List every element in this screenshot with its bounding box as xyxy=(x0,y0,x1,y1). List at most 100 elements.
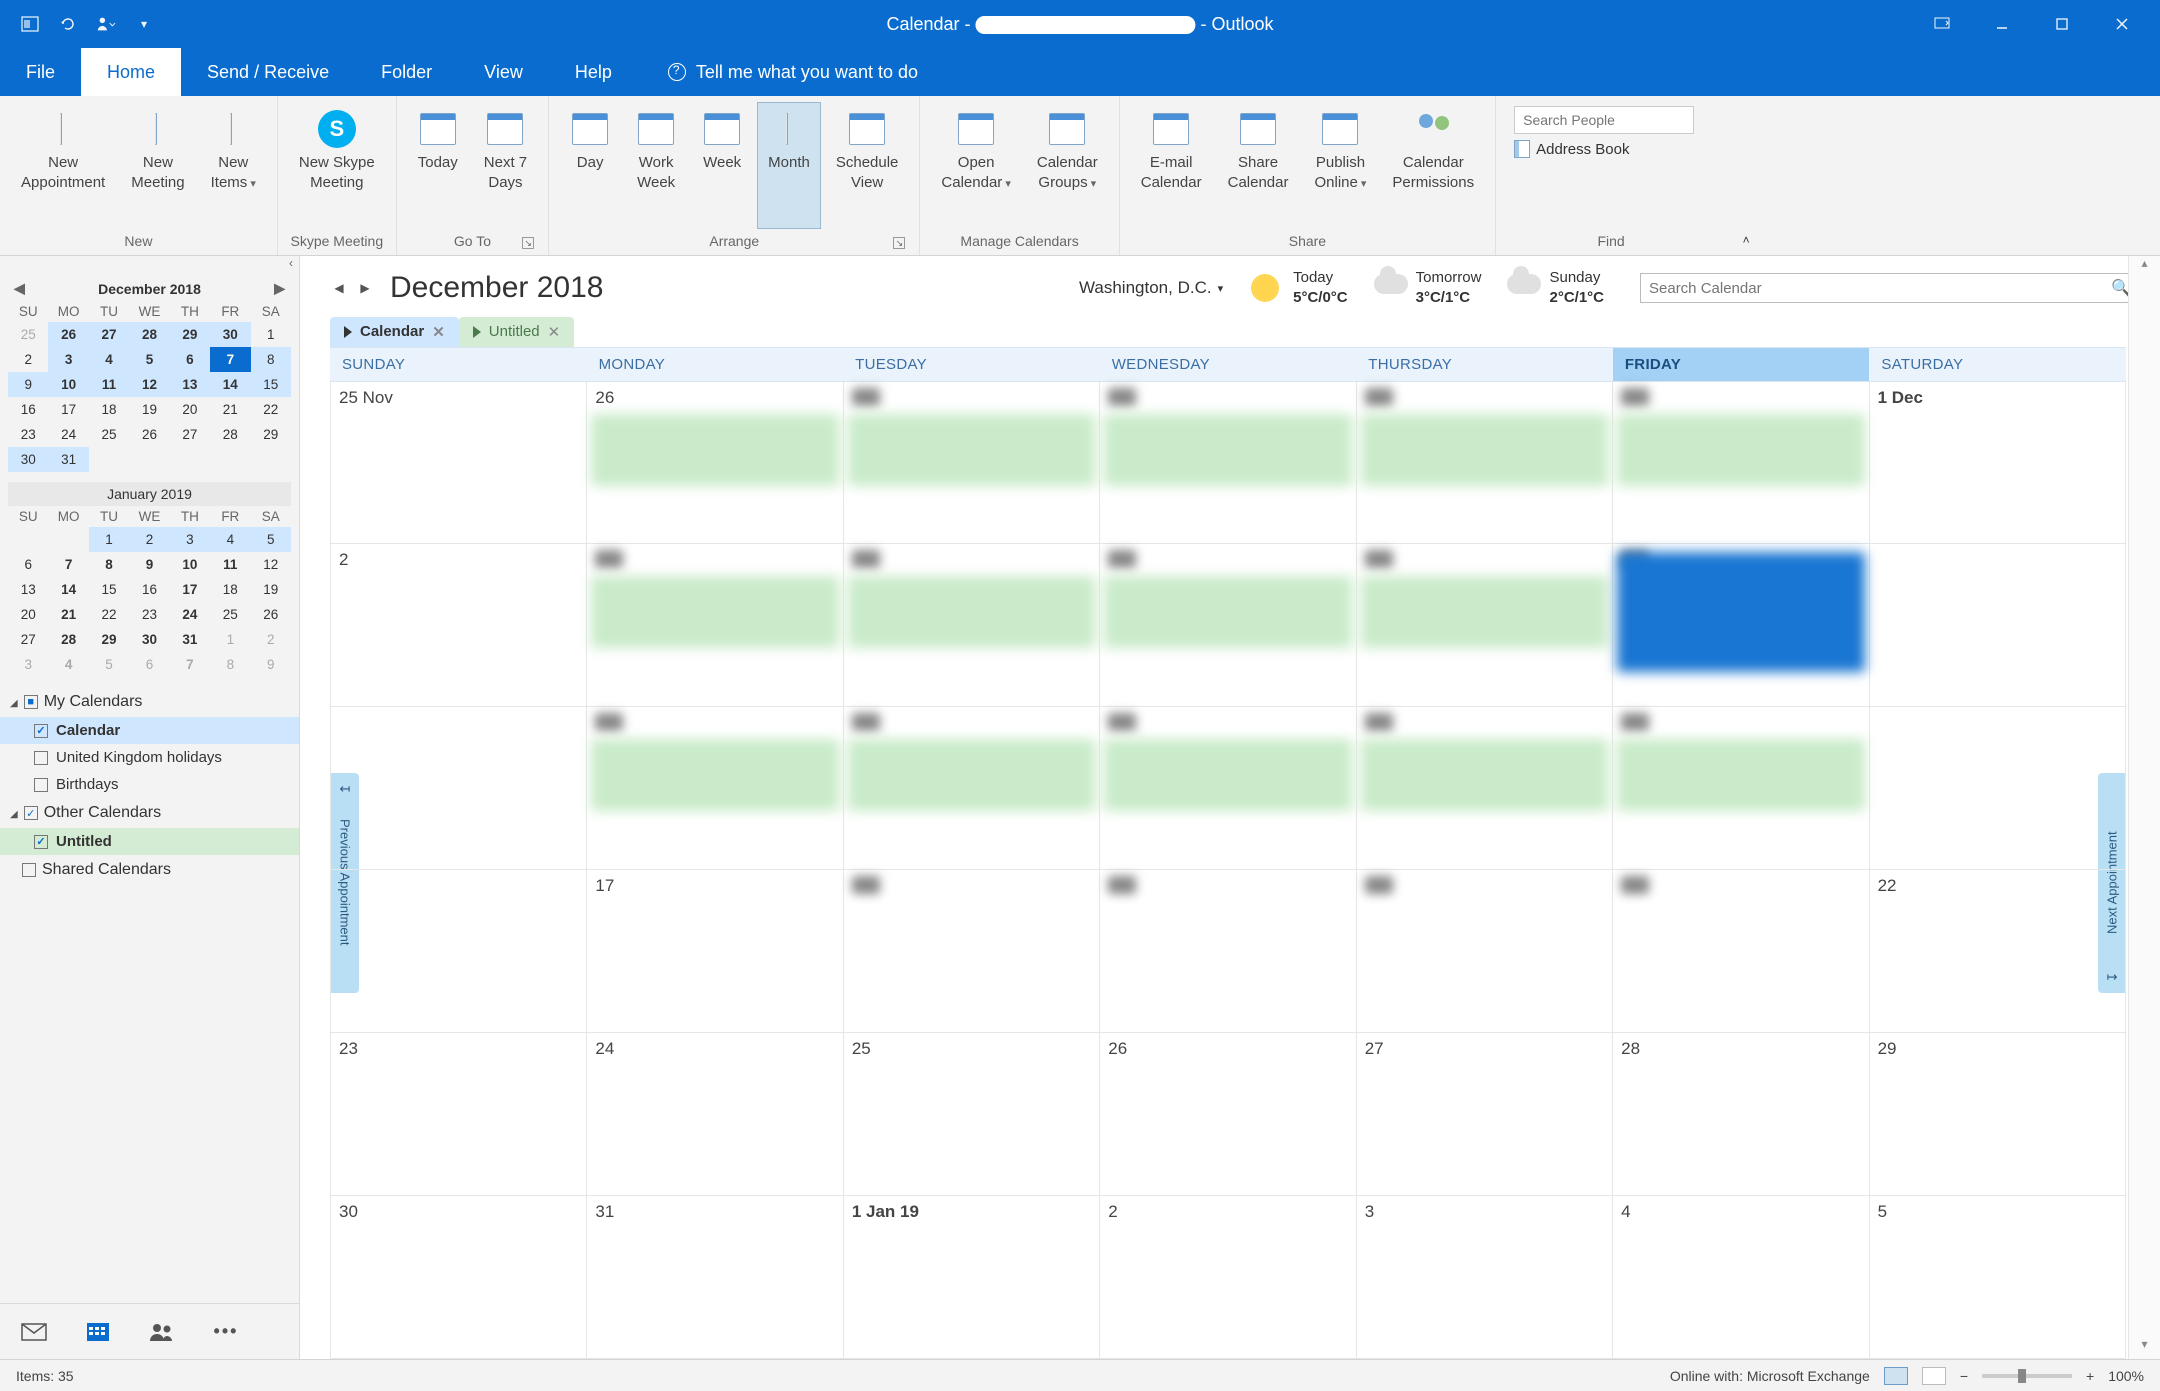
mini-cal-day[interactable]: 28 xyxy=(210,422,250,447)
mini-cal-day[interactable]: 18 xyxy=(89,397,129,422)
calendar-day-cell[interactable]: 2 xyxy=(1100,1196,1356,1359)
blurred-event[interactable] xyxy=(1104,414,1351,486)
email-calendar-button[interactable]: E-mail Calendar xyxy=(1130,102,1213,229)
mini-cal-day[interactable]: 22 xyxy=(89,602,129,627)
mini-cal-day[interactable]: 11 xyxy=(210,552,250,577)
weather-day[interactable]: Tomorrow3°C/1°C xyxy=(1374,268,1482,309)
mini-cal-day[interactable]: 6 xyxy=(129,652,169,677)
calendar-day-cell[interactable]: 26 xyxy=(1100,1033,1356,1196)
calendar-day-cell[interactable]: 1 Dec xyxy=(1870,382,2126,545)
blurred-event[interactable] xyxy=(591,576,838,648)
mini-cal-day[interactable]: 4 xyxy=(210,527,250,552)
mini-cal-day[interactable]: 4 xyxy=(48,652,88,677)
mini-cal-day[interactable]: 5 xyxy=(129,347,169,372)
calendar-tab[interactable]: Untitled✕ xyxy=(459,317,574,347)
calendar-day-cell[interactable]: 5 xyxy=(1870,1196,2126,1359)
tell-me-search[interactable]: Tell me what you want to do xyxy=(638,48,918,96)
month-grid[interactable]: ↤Previous Appointment ↤Next Appointment … xyxy=(330,382,2126,1360)
nav-more-icon[interactable]: ••• xyxy=(212,1321,240,1343)
tab-help[interactable]: Help xyxy=(549,48,638,96)
share-calendar-button[interactable]: Share Calendar xyxy=(1217,102,1300,229)
vertical-scrollbar[interactable]: ▴ ▾ xyxy=(2128,256,2160,1359)
mini-cal-day[interactable]: 30 xyxy=(8,447,48,472)
tab-folder[interactable]: Folder xyxy=(355,48,458,96)
next-7-days-button[interactable]: Next 7 Days xyxy=(473,102,538,229)
calendar-day-cell[interactable] xyxy=(587,544,843,707)
mini-cal-day[interactable]: 29 xyxy=(170,322,210,347)
calendar-day-cell[interactable]: 31 xyxy=(587,1196,843,1359)
close-tab-icon[interactable]: ✕ xyxy=(548,323,561,341)
checkbox-icon[interactable]: ✓ xyxy=(34,835,48,849)
mini-cal-day[interactable]: 19 xyxy=(251,577,291,602)
mini-cal-day[interactable]: 29 xyxy=(89,627,129,652)
goto-dialog-launcher-icon[interactable]: ↘ xyxy=(522,237,534,249)
calendar-day-cell[interactable]: 4 xyxy=(1613,1196,1869,1359)
mini-cal-day[interactable]: 2 xyxy=(251,627,291,652)
mini-cal-day[interactable]: 27 xyxy=(8,627,48,652)
mini-cal-day[interactable]: 29 xyxy=(251,422,291,447)
mini-cal-day[interactable]: 8 xyxy=(210,652,250,677)
mail-nav-icon[interactable] xyxy=(20,1321,48,1343)
mini-cal-day[interactable]: 20 xyxy=(170,397,210,422)
mini-cal-day[interactable]: 6 xyxy=(8,552,48,577)
calendar-day-cell[interactable]: 25 Nov xyxy=(331,382,587,545)
outlook-icon[interactable] xyxy=(20,14,40,34)
shared-calendars-header[interactable]: Shared Calendars xyxy=(0,855,299,885)
today-button[interactable]: Today xyxy=(407,102,469,229)
checkbox-icon[interactable]: ■ xyxy=(24,695,38,709)
calendar-list-item[interactable]: Birthdays xyxy=(0,771,299,798)
undo-icon[interactable] xyxy=(58,14,78,34)
mini-cal-day[interactable]: 8 xyxy=(251,347,291,372)
calendar-day-cell[interactable]: 28 xyxy=(1613,1033,1869,1196)
address-book-button[interactable]: Address Book xyxy=(1506,140,1716,158)
mini-cal-day[interactable]: 26 xyxy=(129,422,169,447)
work-week-view-button[interactable]: Work Week xyxy=(625,102,687,229)
calendar-day-cell[interactable]: 23 xyxy=(331,1033,587,1196)
mini-cal-day[interactable]: 20 xyxy=(8,602,48,627)
mini-cal-day[interactable]: 30 xyxy=(210,322,250,347)
mini-cal-day[interactable]: 18 xyxy=(210,577,250,602)
calendar-day-cell[interactable]: 30 xyxy=(331,1196,587,1359)
mini-cal-day[interactable]: 16 xyxy=(129,577,169,602)
mini-cal-day[interactable]: 17 xyxy=(170,577,210,602)
mini-cal-day[interactable]: 23 xyxy=(8,422,48,447)
collapse-ribbon-button[interactable]: ˄ xyxy=(1726,96,1766,255)
checkbox-icon[interactable]: ✓ xyxy=(24,806,38,820)
mini-cal-day[interactable]: 15 xyxy=(89,577,129,602)
mini-cal-day[interactable]: 10 xyxy=(170,552,210,577)
ribbon-display-options-icon[interactable] xyxy=(1932,14,1952,34)
mini-cal-day[interactable]: 28 xyxy=(129,322,169,347)
mini-cal-day[interactable]: 24 xyxy=(48,422,88,447)
zoom-slider[interactable] xyxy=(1982,1374,2072,1378)
mini-cal-day[interactable]: 12 xyxy=(129,372,169,397)
search-calendar-input[interactable] xyxy=(1649,280,2111,297)
mini-cal-day[interactable]: 1 xyxy=(251,322,291,347)
scroll-up-button[interactable]: ▴ xyxy=(2129,256,2160,278)
calendar-day-cell[interactable] xyxy=(844,707,1100,870)
mini-cal-day[interactable]: 5 xyxy=(89,652,129,677)
calendar-day-cell[interactable]: 3 xyxy=(1357,1196,1613,1359)
calendar-day-cell[interactable]: 27 xyxy=(1357,1033,1613,1196)
mini-cal-day[interactable]: 21 xyxy=(210,397,250,422)
mini-cal-day[interactable]: 31 xyxy=(48,447,88,472)
mini-cal-day[interactable]: 11 xyxy=(89,372,129,397)
mini-cal-day[interactable]: 14 xyxy=(48,577,88,602)
mini-cal-day[interactable]: 21 xyxy=(48,602,88,627)
calendar-day-cell[interactable] xyxy=(844,544,1100,707)
calendar-day-cell[interactable] xyxy=(1357,707,1613,870)
schedule-view-button[interactable]: Schedule View xyxy=(825,102,910,229)
calendar-day-cell[interactable] xyxy=(1100,870,1356,1033)
mini-cal-day[interactable]: 17 xyxy=(48,397,88,422)
calendar-groups-button[interactable]: Calendar Groups xyxy=(1026,102,1109,229)
mini-cal-day[interactable]: 1 xyxy=(210,627,250,652)
next-month-button[interactable]: ▶ xyxy=(274,280,285,297)
maximize-icon[interactable] xyxy=(2052,14,2072,34)
new-meeting-button[interactable]: New Meeting xyxy=(120,102,195,229)
tab-send-receive[interactable]: Send / Receive xyxy=(181,48,355,96)
mini-cal-day[interactable]: 9 xyxy=(251,652,291,677)
calendar-day-cell[interactable] xyxy=(1613,870,1869,1033)
calendar-day-cell[interactable] xyxy=(1100,707,1356,870)
calendar-list-item[interactable]: ✓Untitled xyxy=(0,828,299,855)
calendar-day-cell[interactable] xyxy=(331,707,587,870)
calendar-day-cell[interactable] xyxy=(1613,707,1869,870)
